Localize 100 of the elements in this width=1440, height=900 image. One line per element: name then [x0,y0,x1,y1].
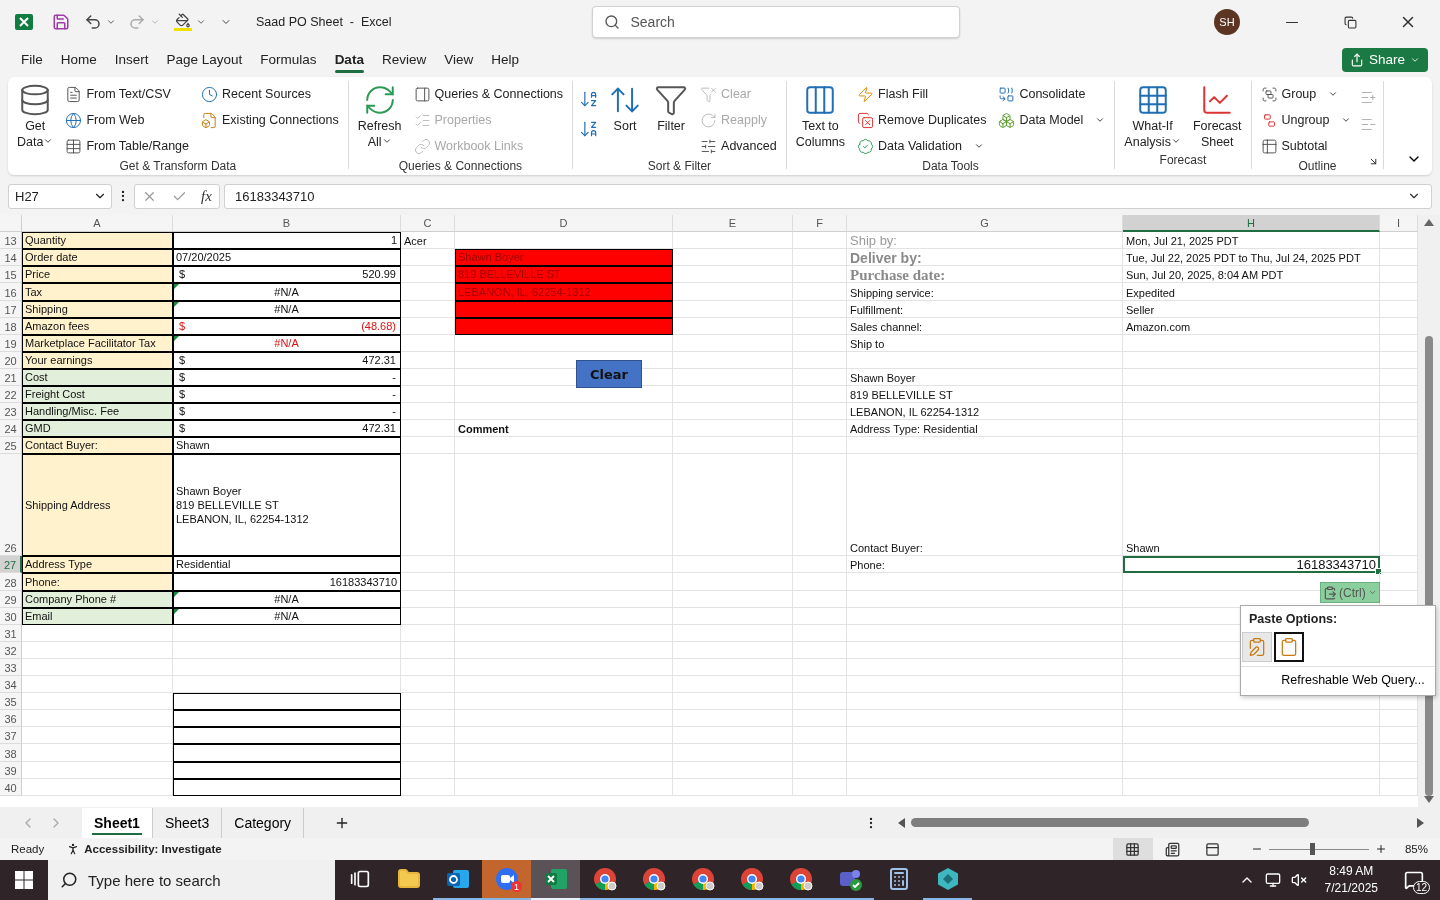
ribbon-button[interactable]: Refresh All [354,81,405,153]
browser-icon [640,866,667,892]
ribbon-button[interactable]: Advanced [697,133,780,160]
label-cell: Handling/Misc. Fee [22,403,173,421]
row-number[interactable]: 26 [0,454,22,557]
row-number[interactable]: 15 [0,266,22,284]
highlight-cell: 819 BELLEVILLE ST [455,266,673,284]
row-number[interactable]: 35 [0,693,22,711]
scroll-left-icon[interactable] [898,817,905,828]
ribbon-tab[interactable]: View [435,46,483,74]
empty-cell [401,624,455,642]
formula-field[interactable]: 16183343710 [224,183,1432,209]
ribbon-tab[interactable]: File [12,46,52,74]
clipboard-icon [1279,637,1299,658]
user-avatar[interactable]: SH [1214,9,1240,36]
empty-cell [793,573,847,591]
undo-icon[interactable] [84,13,102,32]
empty-cell [793,232,847,250]
ribbon-button[interactable]: From Web [62,107,192,134]
zoom-in-icon[interactable] [1374,843,1387,855]
column-header[interactable]: C [401,215,455,233]
network-icon[interactable] [1264,872,1281,888]
clear-button[interactable]: Clear [576,360,642,389]
row-number[interactable]: 13 [0,232,22,250]
ribbon-button[interactable]: Data Validation [854,133,990,160]
ribbon-tab[interactable]: Data [325,46,373,74]
ribbon-tab[interactable]: Insert [105,46,158,74]
ribbon-button[interactable]: Data Model [995,107,1109,134]
ribbon-tab[interactable]: Page Layout [157,46,252,74]
ribbon-button[interactable]: Subtotal [1257,133,1355,160]
empty-cell [793,437,847,455]
column-header[interactable]: H [1123,215,1380,233]
accessibility-status[interactable]: Accessibility: Investigate [84,843,222,855]
scroll-right-icon[interactable] [1417,817,1424,828]
fill-color-icon[interactable] [174,13,192,32]
ribbon-button[interactable]: Get Data [14,81,57,153]
ribbon-tab[interactable]: Review [372,46,436,74]
ribbon-button[interactable]: Ungroup [1257,107,1355,134]
muted-speaker-icon[interactable] [1290,872,1307,888]
view-button[interactable] [1112,838,1153,860]
ribbon-button[interactable]: Remove Duplicates [854,107,990,134]
paste-options-button[interactable]: (Ctrl) [1320,582,1380,604]
ribbon-button[interactable]: What-If Analysis [1121,81,1184,153]
sheet-tab[interactable]: Category [222,807,305,838]
column-header[interactable]: G [847,215,1123,233]
taskbar-app[interactable]: 1 [482,860,531,900]
insert-function-button[interactable]: fx [200,187,212,205]
ribbon-button[interactable]: Consolidate [995,81,1109,108]
row-number[interactable]: 22 [0,386,22,404]
empty-cell [793,368,847,386]
column-header[interactable]: F [793,215,847,233]
search-field[interactable]: Search [591,6,960,39]
status-text: Ready [11,843,45,855]
ribbon-button[interactable]: Text to Columns [792,81,848,153]
ribbon-button[interactable]: From Text/CSV [62,81,192,108]
ribbon-button[interactable]: Forecast Sheet [1189,81,1245,153]
horizontal-scrollbar[interactable] [911,818,1309,828]
ribbon-button[interactable]: Group [1257,81,1355,108]
row-number[interactable]: 24 [0,420,22,438]
row-number[interactable]: 34 [0,676,22,694]
taskbar-search-field[interactable]: Type here to search [48,860,335,900]
share-button[interactable]: Share [1341,47,1428,72]
empty-cell [401,437,455,455]
ribbon-tab[interactable]: Home [51,46,106,74]
zoom-slider-thumb[interactable] [1309,842,1315,855]
save-icon[interactable] [52,13,70,32]
ribbon-button[interactable]: From Table/Range [62,133,192,160]
sheet-tab[interactable]: Sheet3 [152,807,223,838]
empty-cell [401,693,455,711]
row-number[interactable]: 28 [0,573,22,591]
row-number[interactable]: 14 [0,249,22,267]
ribbon-button[interactable]: Queries & Connections [410,81,567,108]
zoom-level[interactable]: 85% [1404,843,1428,855]
ribbon-tab[interactable]: Formulas [251,46,326,74]
ribbon-button[interactable]: Existing Connections [198,107,342,134]
ribbon-button[interactable]: Filter [651,81,692,137]
paste-option-button[interactable] [1274,632,1304,663]
ribbon-tab[interactable]: Help [482,46,528,74]
column-header[interactable]: I [1380,215,1418,233]
row-number[interactable]: 38 [0,744,22,762]
row-number[interactable]: 37 [0,727,22,745]
column-header[interactable]: B [173,215,401,233]
column-header[interactable]: E [673,215,793,233]
ribbon-button[interactable]: Sort [605,81,646,137]
menu-item[interactable]: Refreshable Web Query... [1281,673,1425,688]
name-box[interactable]: H27 [8,183,112,209]
row-number[interactable]: 27 [0,556,22,574]
ribbon-button[interactable]: Recent Sources [198,81,342,108]
empty-cell [793,761,847,779]
column-header[interactable]: A [22,215,173,233]
column-header[interactable]: D [455,215,673,233]
notifications-button[interactable]: 12 [1396,862,1432,898]
row-number[interactable]: 23 [0,403,22,421]
row-number[interactable]: 36 [0,710,22,728]
row-number[interactable]: 25 [0,437,22,455]
sheet-tab[interactable]: Sheet1 [82,807,153,838]
row-number[interactable]: 16 [0,283,22,301]
ribbon-button[interactable]: Flash Fill [854,81,990,108]
clock[interactable]: 8:49 AM 7/21/2025 [1324,863,1378,897]
empty-cell [401,403,455,421]
